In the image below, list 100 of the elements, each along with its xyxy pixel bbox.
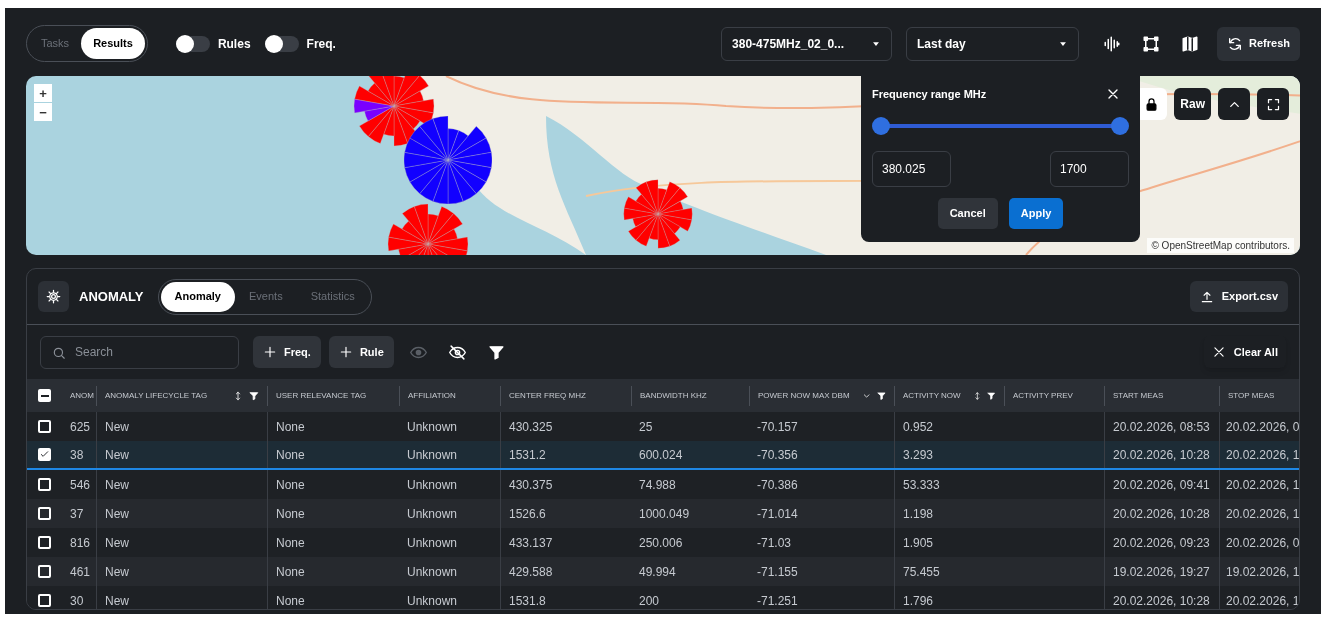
table-cell-text: New — [105, 476, 129, 494]
toggle-label: Freq. — [306, 35, 336, 53]
table-cell-text: 20.02.2026, 08:53 — [1113, 418, 1210, 436]
table-cell-text: New — [105, 592, 129, 609]
slider-thumb[interactable] — [1111, 116, 1129, 135]
table-cell-text: 20.02.2026, 0 — [1226, 418, 1299, 436]
table-cell-text: 20.02.2026, 1 — [1226, 505, 1299, 523]
zoom-button[interactable]: + — [34, 84, 52, 102]
check-icon — [39, 449, 50, 460]
mode-tab[interactable]: Results — [81, 28, 145, 59]
checkbox[interactable] — [38, 389, 51, 402]
number-field[interactable]: 380.025 — [872, 150, 951, 187]
clear-all-button[interactable]: Clear All — [1203, 336, 1286, 368]
table-cell-text: 625 — [70, 418, 91, 436]
column-header: BANDWIDTH KHZ — [640, 389, 707, 402]
table-cell-text: 1.905 — [903, 534, 934, 552]
refresh-button[interactable]: Refresh — [1217, 26, 1300, 61]
column-header: POWER NOW MAX DBM — [758, 389, 850, 402]
table-cell-text: None — [276, 418, 305, 436]
table-cell-text: 200 — [639, 592, 660, 609]
dropdown[interactable]: 380-475MHz_02_0... — [721, 26, 893, 61]
table-cell-text: 25 — [639, 418, 653, 436]
lock-icon — [1143, 96, 1159, 112]
column-header: ANOMALY LIFECYCLE TAG — [105, 389, 208, 402]
checkbox[interactable] — [38, 536, 51, 549]
toggle-switch[interactable] — [175, 35, 210, 52]
table-cell-text: None — [276, 446, 305, 464]
table-cell-text: 38 — [70, 446, 84, 464]
table-cell-text: 1531.8 — [509, 592, 546, 609]
waveform-icon[interactable] — [1103, 34, 1122, 53]
table-cell-text: 19.02.2026, 1 — [1226, 563, 1299, 581]
map-icon[interactable] — [1181, 34, 1200, 53]
map-control-button[interactable] — [1218, 88, 1250, 120]
map-control-button[interactable] — [1257, 88, 1289, 120]
crop-square-icon[interactable] — [1142, 34, 1161, 53]
search-field[interactable]: Search — [40, 335, 239, 369]
pie-marker[interactable] — [622, 178, 694, 250]
pie-marker[interactable] — [404, 116, 492, 204]
table-cell-text: -71.155 — [757, 563, 798, 581]
table-cell-text: 53.333 — [903, 476, 940, 494]
plus-icon — [338, 345, 353, 359]
checkbox[interactable] — [38, 565, 51, 578]
table-cell-text: 600.024 — [639, 446, 683, 464]
table-cell-text: 20.02.2026, 10:28 — [1113, 505, 1210, 523]
table-cell-text: 75.455 — [903, 563, 940, 581]
table-cell-text: 20.02.2026, 09:23 — [1113, 534, 1210, 552]
checkbox[interactable] — [38, 478, 51, 491]
table-cell-text: 430.375 — [509, 476, 553, 494]
add-button[interactable]: Freq. — [253, 336, 321, 368]
table-cell-text: 20.02.2026, 0 — [1226, 534, 1299, 552]
table-cell-text: -70.356 — [757, 446, 798, 464]
dropdown-value: 380-475MHz_02_0... — [732, 35, 845, 53]
apply-button[interactable]: Apply — [1008, 197, 1064, 229]
table-cell-text: 20.02.2026, 1 — [1226, 476, 1299, 494]
table-cell-text: Unknown — [407, 563, 458, 581]
table-cell-text: 30 — [70, 592, 84, 609]
table-cell-text: 3.293 — [903, 446, 934, 464]
table-cell-text: 20.02.2026, 10:28 — [1113, 592, 1210, 609]
view-tab[interactable]: Anomaly — [160, 281, 235, 312]
table-cell-text: Unknown — [407, 505, 458, 523]
checkbox[interactable] — [38, 507, 51, 520]
range-slider-track[interactable] — [872, 116, 1129, 135]
sort-icon[interactable] — [972, 390, 982, 401]
cancel-button[interactable]: Cancel — [937, 197, 998, 229]
settings-icon — [46, 289, 61, 304]
table-cell-text: -71.251 — [757, 592, 798, 609]
filter-icon[interactable] — [249, 390, 259, 401]
settings-button[interactable] — [38, 281, 69, 312]
close-icon — [1211, 345, 1226, 359]
filter-icon[interactable] — [876, 390, 886, 401]
slider-thumb[interactable] — [872, 116, 890, 135]
refresh-icon — [1227, 35, 1244, 52]
table-cell-text: New — [105, 418, 129, 436]
add-button[interactable]: Rule — [328, 336, 394, 368]
export-button[interactable]: Export.csv — [1189, 281, 1288, 312]
table-cell-text: 461 — [70, 563, 91, 581]
checkbox[interactable] — [38, 420, 51, 433]
table-cell-text: 546 — [70, 476, 91, 494]
column-header: STOP MEAS — [1228, 389, 1275, 402]
filter-icon[interactable] — [487, 343, 505, 361]
table-cell-text: 20.02.2026, 09:41 — [1113, 476, 1210, 494]
toggle-switch[interactable] — [264, 35, 299, 52]
dropdown[interactable]: Last day — [906, 26, 1080, 61]
popup-title: Frequency range MHz — [872, 87, 987, 102]
sort-icon[interactable] — [233, 390, 243, 401]
filter-icon[interactable] — [987, 390, 996, 401]
table-cell-text: 19.02.2026, 19:27 — [1113, 563, 1210, 581]
number-field[interactable]: 1700 — [1050, 150, 1129, 187]
column-header: START MEAS — [1113, 389, 1164, 402]
map-control-button[interactable]: Raw — [1174, 88, 1211, 120]
search-icon — [52, 345, 66, 360]
table-cell-text: Unknown — [407, 418, 458, 436]
eye-off-icon[interactable] — [448, 343, 466, 361]
checkbox[interactable] — [38, 594, 51, 607]
table-cell-text: -70.386 — [757, 476, 798, 494]
checkbox[interactable] — [38, 448, 51, 461]
zoom-button[interactable]: − — [34, 103, 52, 121]
column-header: ACTIVITY NOW — [903, 389, 961, 402]
table-cell-text: Unknown — [407, 534, 458, 552]
pie-marker[interactable] — [352, 76, 436, 148]
